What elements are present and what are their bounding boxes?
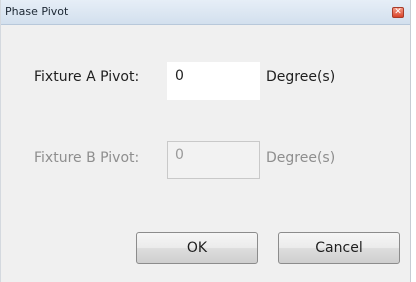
fixture-a-pivot-label: Fixture A Pivot: bbox=[34, 69, 140, 85]
close-icon[interactable]: ✕ bbox=[392, 7, 404, 18]
fixture-b-unit-label: Degree(s) bbox=[266, 150, 336, 166]
fixture-b-pivot-label: Fixture B Pivot: bbox=[34, 150, 140, 166]
fixture-a-unit-label: Degree(s) bbox=[266, 69, 336, 85]
phase-pivot-dialog: Phase Pivot ✕ Fixture A Pivot: 0 Degree(… bbox=[0, 0, 411, 282]
window-title: Phase Pivot bbox=[5, 5, 69, 18]
ok-button[interactable]: OK bbox=[136, 232, 258, 264]
title-bar[interactable]: Phase Pivot ✕ bbox=[1, 0, 410, 25]
cancel-button[interactable]: Cancel bbox=[278, 232, 400, 264]
fixture-b-pivot-input: 0 bbox=[167, 141, 260, 179]
fixture-a-pivot-input[interactable]: 0 bbox=[167, 62, 260, 100]
